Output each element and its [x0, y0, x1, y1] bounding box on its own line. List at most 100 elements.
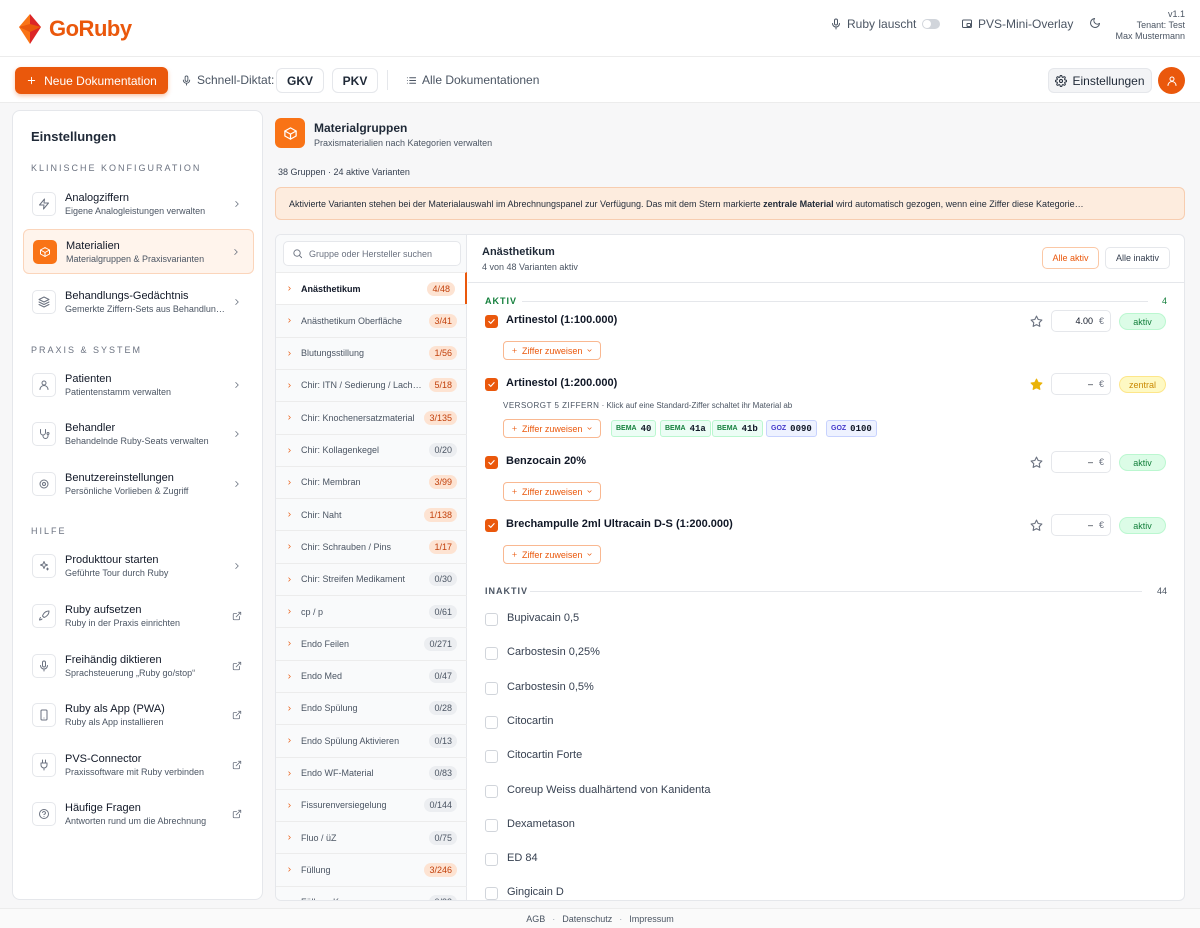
group-row[interactable]: Endo Feilen 0/271 [276, 627, 467, 659]
code-chip[interactable]: GOZ 0090 [766, 420, 817, 437]
checkbox-checked[interactable] [485, 456, 498, 469]
checkbox-unchecked[interactable] [485, 613, 498, 626]
group-search-input[interactable] [309, 248, 449, 259]
all-inactive-button[interactable]: Alle inaktiv [1105, 247, 1170, 269]
group-row[interactable]: Chir: ITN / Sedierung / Lachgas 5/18 [276, 368, 467, 401]
ruby-listen-toggle[interactable]: Ruby lauscht [830, 17, 941, 31]
code-chip[interactable]: BEMA 40 [611, 420, 657, 437]
pkv-button[interactable]: PKV [332, 68, 378, 93]
sidebar-item-haeufige-fragen[interactable]: Häufige Fragen Antworten rund um die Abre… [23, 791, 254, 836]
code-chip[interactable]: BEMA 41b [712, 420, 763, 437]
star-icon[interactable] [1030, 456, 1043, 469]
checkbox-unchecked[interactable] [485, 784, 498, 798]
sidebar-item-behandlungs-gedaechtnis[interactable]: Behandlungs-Gedächtnis Gemerkte Ziffern-S… [23, 279, 254, 324]
code-number: 40 [640, 423, 652, 434]
group-row[interactable]: Anästhetikum Oberfläche 3/41 [276, 304, 467, 336]
sidebar-item-patienten[interactable]: Patienten Patientenstamm verwalten [23, 362, 254, 407]
checkbox-unchecked[interactable] [485, 853, 498, 867]
price-input[interactable]: 4.00 € [1051, 310, 1111, 332]
listen-switch[interactable] [922, 19, 941, 29]
goruby-logo[interactable]: GoRuby [15, 12, 132, 46]
theme-toggle[interactable] [1089, 17, 1101, 29]
sidebar-item-analogziffern[interactable]: Analogziffern Eigene Analogleistungen ver… [23, 181, 254, 226]
settings-button[interactable]: Einstellungen [1048, 68, 1152, 93]
sidebar-item-ruby-app[interactable]: Ruby als App (PWA) Ruby als App installie… [23, 692, 254, 737]
checkbox-unchecked[interactable] [485, 818, 498, 832]
group-count-badge: 0/32 [429, 895, 457, 900]
group-row[interactable]: Endo Spülung Aktivieren 0/13 [276, 724, 467, 756]
group-row[interactable]: Chir: Knochenersatzmaterial 3/135 [276, 401, 467, 433]
assign-code-button[interactable]: Ziffer zuweisen [503, 419, 602, 438]
sidebar-item-ruby-aufsetzen[interactable]: Ruby aufsetzen Ruby in der Praxis einrich… [23, 593, 254, 638]
new-documentation-button[interactable]: Neue Dokumentation [15, 67, 168, 94]
all-documentations-link[interactable]: Alle Dokumentationen [406, 73, 539, 87]
assign-code-button[interactable]: Ziffer zuweisen [503, 341, 602, 360]
group-row[interactable]: Endo Med 0/47 [276, 659, 467, 692]
datenschutz-link[interactable]: Datenschutz [562, 914, 612, 924]
user-avatar[interactable] [1158, 67, 1185, 94]
assign-code-button[interactable]: Ziffer zuweisen [503, 545, 602, 564]
group-row[interactable]: Fluo / üZ 0/75 [276, 821, 467, 853]
group-row[interactable]: Blutungsstillung 1/56 [276, 336, 467, 369]
checkbox-checked[interactable] [485, 378, 498, 391]
group-search[interactable] [283, 241, 461, 266]
checkbox-checked[interactable] [485, 315, 498, 328]
checkbox-unchecked[interactable] [485, 647, 498, 661]
sidebar-item-freihaendig-diktieren[interactable]: Freihändig diktieren Sprachsteuerung „Rub… [23, 643, 254, 688]
external-link-icon [232, 661, 242, 671]
assign-code-label: Ziffer zuweisen [522, 345, 583, 356]
chevron-right-icon [286, 705, 293, 712]
group-row[interactable]: cp / p 0/61 [276, 595, 467, 627]
agb-link[interactable]: AGB [526, 914, 545, 924]
checkbox-unchecked[interactable] [485, 887, 498, 900]
price-input[interactable]: – € [1051, 451, 1111, 473]
group-name: Endo Spülung Aktivieren [301, 735, 400, 746]
assign-code-button[interactable]: Ziffer zuweisen [503, 482, 602, 501]
group-row[interactable]: Endo WF-Material 0/83 [276, 756, 467, 789]
group-row[interactable]: Chir: Membran 3/99 [276, 465, 467, 498]
overlay-label: PVS-Mini-Overlay [978, 17, 1074, 31]
group-row[interactable]: Chir: Schrauben / Pins 1/17 [276, 530, 467, 562]
all-active-button[interactable]: Alle aktiv [1042, 247, 1099, 269]
sidebar-item-produkttour[interactable]: Produkttour starten Geführte Tour durch R… [23, 543, 254, 588]
sidebar-item-sub: Sprachsteuerung „Ruby go/stop“ [65, 667, 196, 678]
sidebar-item-pvs-connector[interactable]: PVS-Connector Praxissoftware mit Ruby ver… [23, 742, 254, 787]
all-documentations-label: Alle Dokumentationen [422, 73, 540, 87]
group-row[interactable]: Chir: Kollagenkegel 0/20 [276, 433, 467, 466]
group-row[interactable]: Endo Spülung 0/28 [276, 691, 467, 724]
group-row[interactable]: Füllung Kompomer 0/32 [276, 885, 467, 900]
checkbox-checked[interactable] [485, 519, 498, 532]
group-row[interactable]: Anästhetikum 4/48 [276, 272, 467, 304]
price-input[interactable]: – € [1051, 514, 1111, 536]
lightning-icon [32, 191, 56, 216]
checkbox-unchecked[interactable] [485, 750, 498, 764]
pvs-overlay-button[interactable]: PVS-Mini-Overlay [961, 17, 1073, 31]
help-circle-icon [32, 801, 56, 826]
checkbox-unchecked[interactable] [485, 681, 498, 695]
chevron-down-icon [586, 488, 593, 495]
group-row[interactable]: Chir: Naht 1/138 [276, 498, 467, 530]
star-icon[interactable] [1030, 519, 1043, 532]
price-input[interactable]: – € [1051, 373, 1111, 395]
sidebar-item-behandler[interactable]: Behandler Behandelnde Ruby-Seats verwalte… [23, 411, 254, 456]
gear-icon [32, 471, 56, 496]
star-icon[interactable] [1030, 378, 1043, 391]
sidebar-item-materialien[interactable]: Materialien Materialgruppen & Praxisvaria… [23, 229, 254, 274]
tenant-info: v1.1 Tenant: Test Max Mustermann [1115, 9, 1185, 42]
code-chip[interactable]: GOZ 0100 [826, 420, 877, 437]
star-icon[interactable] [1030, 315, 1043, 328]
gkv-button[interactable]: GKV [276, 68, 324, 93]
checkbox-unchecked[interactable] [485, 715, 498, 729]
quick-dictate: Schnell-Diktat: [181, 73, 274, 87]
impressum-link[interactable]: Impressum [629, 914, 674, 924]
chevron-right-icon [232, 297, 242, 307]
assign-code-label: Ziffer zuweisen [522, 549, 583, 560]
group-row[interactable]: Fissurenversiegelung 0/144 [276, 788, 467, 821]
group-row[interactable]: Füllung 3/246 [276, 853, 467, 885]
sidebar-item-benutzereinstellungen[interactable]: Benutzereinstellungen Persönliche Vorlieb… [23, 461, 254, 506]
group-row[interactable]: Chir: Streifen Medikament 0/30 [276, 562, 467, 595]
currency-symbol: € [1098, 379, 1104, 389]
group-name: Füllung [301, 864, 331, 875]
code-chip[interactable]: BEMA 41a [660, 420, 711, 437]
group-count-badge: 3/99 [429, 475, 457, 490]
